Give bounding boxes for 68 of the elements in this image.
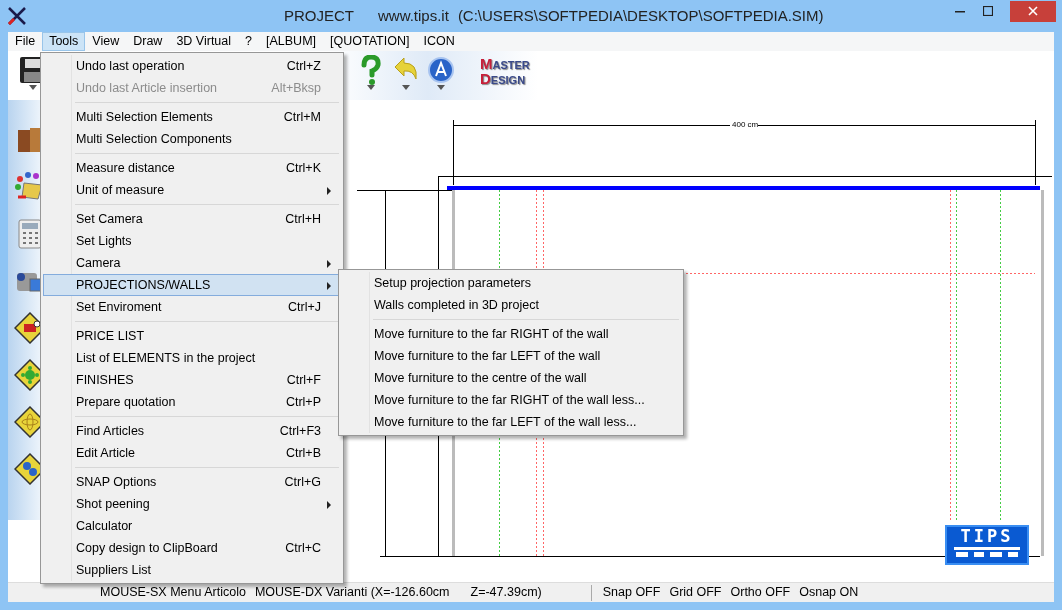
compass-icon [6, 5, 28, 27]
menu-item[interactable]: Tools [42, 32, 86, 51]
shortcut-text: Ctrl+G [284, 473, 321, 491]
menu-option[interactable]: Walls completed in 3D project [341, 294, 681, 316]
menu-option[interactable]: Multi Selection Elements Ctrl+M [43, 106, 341, 128]
menu-item[interactable]: File [8, 32, 43, 51]
maximize-icon[interactable] [983, 6, 993, 16]
shortcut-text: Ctrl+J [288, 298, 321, 316]
menu-option[interactable]: Move furniture to the centre of the wall [341, 367, 681, 389]
shortcut-text: Ctrl+Z [286, 57, 321, 75]
dropdown-arrow-icon[interactable] [29, 85, 37, 90]
menu-option[interactable]: Set Camera Ctrl+H [43, 208, 341, 230]
menu-item[interactable]: Draw [126, 32, 170, 51]
shortcut-text: Ctrl+K [285, 159, 321, 177]
menu-option[interactable]: Prepare quotation Ctrl+P [43, 391, 341, 413]
app-logo: MASTER DESIGN [480, 57, 530, 87]
file-path: (C:\USERS\SOFTPEDIA\DESKTOP\SOFTPEDIA.SIM) [457, 5, 824, 26]
dimension-label: 400 cm [732, 120, 759, 129]
menu-option[interactable]: Setup projection parameters [341, 272, 681, 294]
menu-option[interactable]: Calculator [43, 515, 341, 537]
menu-option[interactable]: Move furniture to the far LEFT of the wall less... [341, 411, 681, 433]
menu-option[interactable]: Undo last operation Ctrl+Z [43, 55, 341, 77]
menu-item[interactable]: ? [238, 32, 259, 51]
dropdown-arrow-icon[interactable] [402, 85, 410, 90]
coordinate-text: Z=-47.39cm) [470, 584, 542, 602]
menu-option[interactable]: Copy design to ClipBoard Ctrl+C [43, 537, 341, 559]
menu-item[interactable]: ICON [416, 32, 462, 51]
menu-option[interactable]: Move furniture to the far RIGHT of the wall less... [341, 389, 681, 411]
menu-option[interactable]: PROJECTIONS/WALLS [43, 274, 341, 296]
menu-option[interactable]: SNAP Options Ctrl+G [43, 471, 341, 493]
window-title: PROJECT [284, 5, 354, 26]
menu-option[interactable]: Move furniture to the far LEFT of the wall [341, 345, 681, 367]
reflection-drawing [952, 545, 1022, 559]
menu-option[interactable]: List of ELEMENTS in the project [43, 347, 341, 369]
close-icon [1028, 6, 1038, 16]
status-text: MOUSE-DX Varianti (X=-126.60cm [254, 584, 450, 602]
menu-item[interactable]: 3D Virtual [169, 32, 239, 51]
dropdown-arrow-icon[interactable] [367, 85, 375, 90]
shortcut-text: Ctrl+M [283, 108, 321, 126]
menu-option[interactable]: Multi Selection Components [43, 128, 341, 150]
corner-logo: TIPS [945, 525, 1029, 565]
shortcut-text: Alt+Bksp [271, 79, 321, 97]
menu-option[interactable]: Suppliers List [43, 559, 341, 581]
menu-item[interactable]: [ALBUM] [259, 32, 324, 51]
menu-option[interactable]: FINISHES Ctrl+F [43, 369, 341, 391]
menu-option[interactable]: Move furniture to the far RIGHT of the wall [341, 323, 681, 345]
menu-option[interactable]: Unit of measure [43, 179, 341, 201]
shortcut-text: Ctrl+F3 [279, 422, 321, 440]
dropdown-arrow-icon[interactable] [437, 85, 445, 90]
status-text: MOUSE-SX Menu Articolo [100, 584, 246, 602]
shortcut-text: Ctrl+H [285, 210, 321, 228]
shortcut-text: Ctrl+F [286, 371, 321, 389]
menu-option[interactable]: Measure distance Ctrl+K [43, 157, 341, 179]
menu-option[interactable]: Set Lights [43, 230, 341, 252]
menu-option[interactable]: Camera [43, 252, 341, 274]
menu-item[interactable]: [QUOTATION] [323, 32, 417, 51]
menu-option[interactable]: PRICE LIST [43, 325, 341, 347]
website-text: www.tips.it [378, 5, 449, 26]
menu-option[interactable]: Find Articles Ctrl+F3 [43, 420, 341, 442]
menu-option[interactable]: Shot peening [43, 493, 341, 515]
menu-option[interactable]: Set Enviroment Ctrl+J [43, 296, 341, 318]
shortcut-text: Ctrl+C [285, 539, 321, 557]
menu-item[interactable]: View [85, 32, 127, 51]
shortcut-text: Ctrl+B [285, 444, 321, 462]
menu-option[interactable]: Edit Article Ctrl+B [43, 442, 341, 464]
close-button[interactable] [1010, 0, 1056, 22]
letter-circle-icon[interactable] [426, 55, 456, 85]
shortcut-text: Ctrl+P [285, 393, 321, 411]
